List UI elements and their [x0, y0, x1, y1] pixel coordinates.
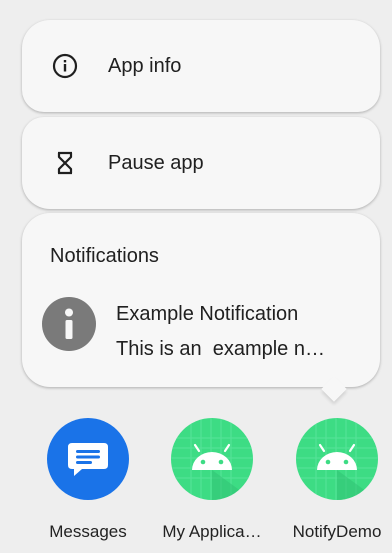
messages-icon — [47, 418, 129, 500]
info-icon — [42, 297, 96, 351]
app-info-shortcut[interactable]: App info — [22, 20, 380, 112]
app-notifydemo[interactable]: NotifyDemo — [277, 418, 392, 542]
app-label: My Applica… — [162, 522, 262, 541]
app-label: Messages — [49, 522, 127, 541]
notifications-title: Notifications — [50, 245, 159, 267]
app-my-application[interactable]: My Applica… — [152, 418, 272, 542]
info-icon — [52, 53, 78, 79]
notifications-panel: Notifications Example Notification This … — [22, 213, 380, 387]
notification-body: This is an example n… — [116, 338, 325, 360]
pause-app-shortcut[interactable]: Pause app — [22, 117, 380, 209]
hourglass-icon — [52, 150, 78, 176]
app-label: NotifyDemo — [292, 522, 382, 541]
app-messages[interactable]: Messages — [28, 418, 148, 542]
android-icon — [296, 418, 378, 500]
pause-app-label: Pause app — [108, 151, 204, 174]
notification-heading: Example Notification — [116, 303, 299, 325]
app-info-label: App info — [108, 54, 182, 77]
android-icon — [171, 418, 253, 500]
